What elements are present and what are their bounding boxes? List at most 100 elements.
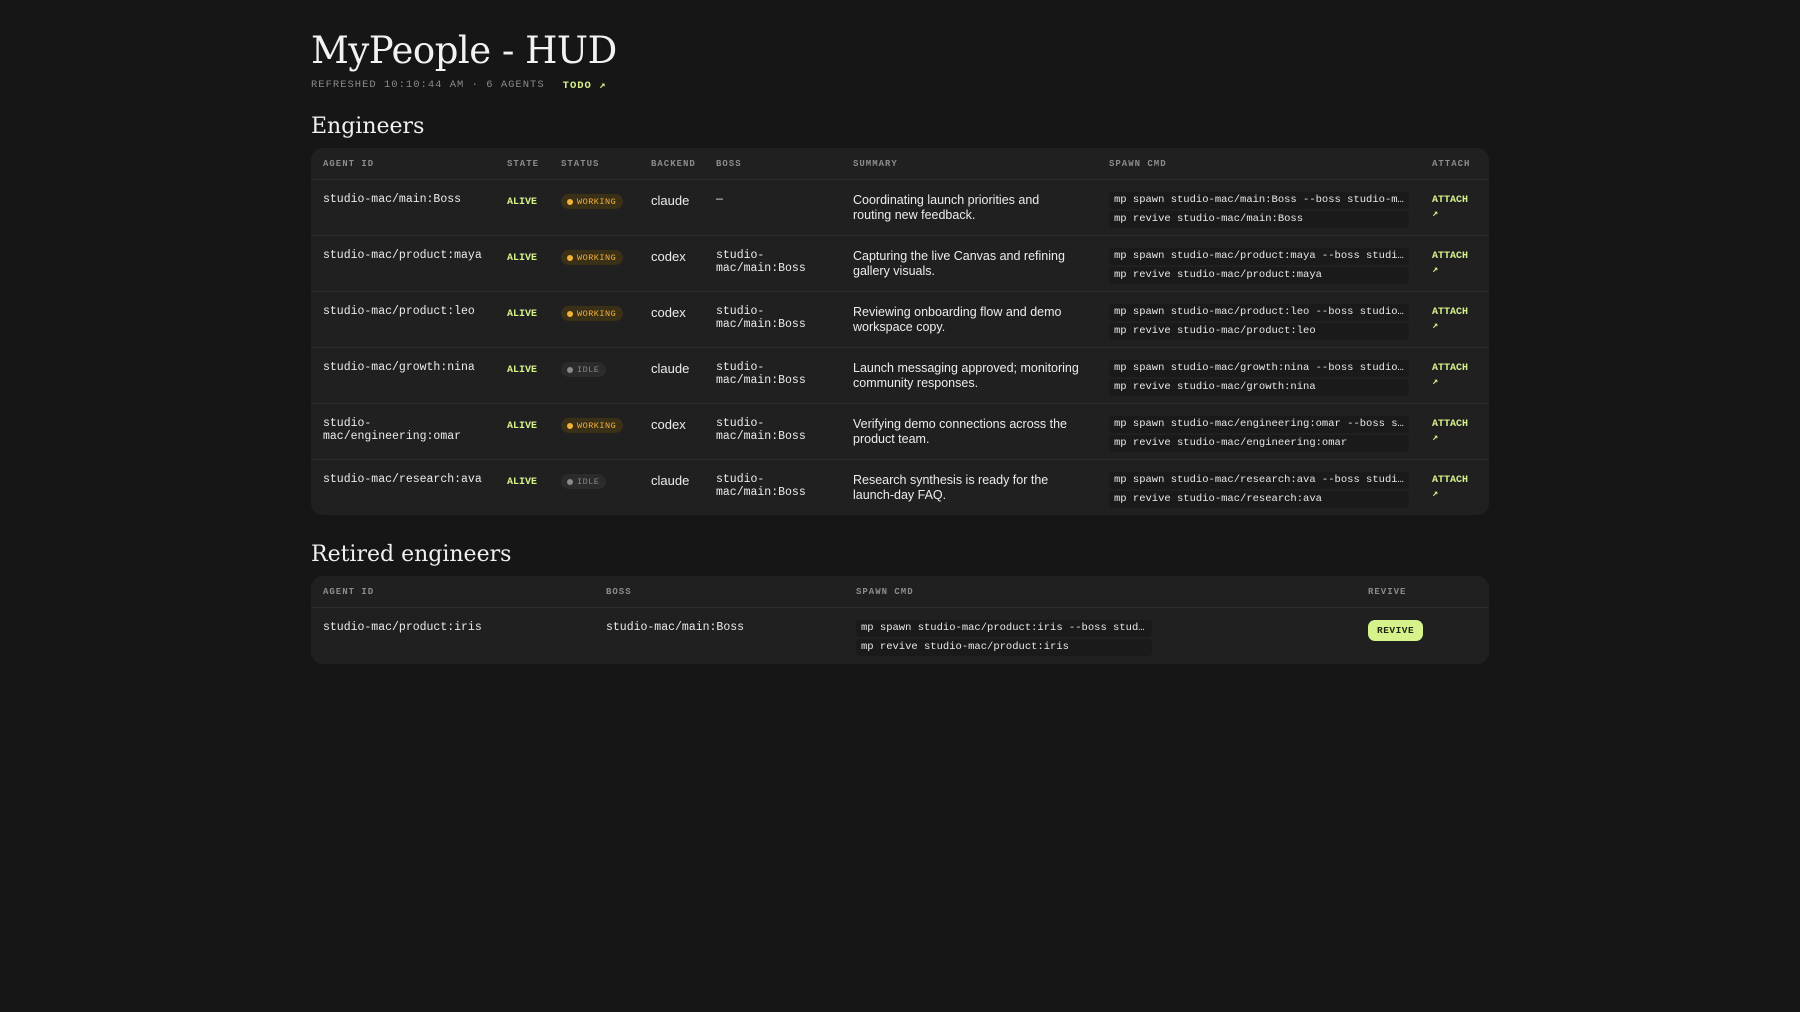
engineers-table-card: AGENT ID STATE STATUS BACKEND BOSS SUMMA…: [311, 148, 1489, 515]
col-boss[interactable]: BOSS: [704, 148, 841, 180]
retired-table-card: AGENT ID BOSS SPAWN CMD REVIVE studio-ma…: [311, 576, 1489, 664]
revive-command[interactable]: mp revive studio-mac/engineering:omar: [1109, 435, 1409, 452]
status-label: IDLE: [577, 476, 600, 487]
spawn-command[interactable]: mp spawn studio-mac/product:iris --boss …: [856, 620, 1152, 637]
boss-id: —: [716, 193, 723, 206]
attach-link[interactable]: ATTACH ↗: [1432, 193, 1472, 222]
revive-command[interactable]: mp revive studio-mac/growth:nina: [1109, 379, 1409, 396]
col-attach[interactable]: ATTACH: [1420, 148, 1489, 180]
status-label: IDLE: [577, 364, 600, 375]
spawn-command[interactable]: mp spawn studio-mac/product:leo --boss s…: [1109, 304, 1409, 321]
table-row: studio-mac/product:leo ALIVE WORKING codex s…: [311, 291, 1489, 348]
cell-agent-id: studio-mac/product:iris: [311, 608, 594, 665]
revive-command[interactable]: mp revive studio-mac/main:Boss: [1109, 211, 1409, 228]
col-boss[interactable]: BOSS: [594, 576, 844, 608]
col-backend[interactable]: BACKEND: [639, 148, 704, 180]
boss-id: studio-mac/main:Boss: [716, 305, 806, 331]
col-agent-id[interactable]: AGENT ID: [311, 576, 594, 608]
cell-summary: Verifying demo connections across the pr…: [841, 403, 1097, 460]
status-dot-icon: [567, 366, 573, 373]
cell-boss: studio-mac/main:Boss: [704, 291, 841, 348]
cell-boss: studio-mac/main:Boss: [704, 235, 841, 292]
retired-header-row: AGENT ID BOSS SPAWN CMD REVIVE: [311, 576, 1489, 608]
state-label: ALIVE: [507, 365, 538, 376]
cell-state: ALIVE: [495, 460, 549, 516]
attach-link[interactable]: ATTACH ↗: [1432, 249, 1472, 278]
col-status[interactable]: STATUS: [549, 148, 639, 180]
cell-boss: studio-mac/main:Boss: [704, 460, 841, 516]
cell-state: ALIVE: [495, 235, 549, 292]
cmd-group: mp spawn studio-mac/product:iris --boss …: [856, 620, 1152, 656]
state-label: ALIVE: [507, 197, 538, 208]
spawn-command[interactable]: mp spawn studio-mac/engineering:omar --b…: [1109, 416, 1409, 433]
summary-text: Research synthesis is ready for the laun…: [853, 473, 1049, 502]
cell-spawn-cmd: mp spawn studio-mac/research:ava --boss …: [1097, 460, 1420, 516]
col-revive[interactable]: REVIVE: [1356, 576, 1489, 608]
cmd-group: mp spawn studio-mac/growth:nina --boss s…: [1109, 360, 1409, 396]
refresh-status: REFRESHED 10:10:44 AM · 6 AGENTS: [311, 79, 545, 91]
col-agent-id[interactable]: AGENT ID: [311, 148, 495, 180]
agent-id: studio-mac/product:leo: [323, 305, 475, 318]
attach-link[interactable]: ATTACH ↗: [1432, 305, 1472, 334]
col-state[interactable]: STATE: [495, 148, 549, 180]
revive-button[interactable]: REVIVE: [1368, 620, 1424, 641]
col-summary[interactable]: SUMMARY: [841, 148, 1097, 180]
cell-attach: ATTACH ↗: [1420, 291, 1489, 348]
cell-agent-id: studio-mac/engineering:omar: [311, 403, 495, 460]
status-label: WORKING: [577, 196, 617, 207]
refresh-info: REFRESHED 10:10:44 AM · 6 AGENTS TODO ↗: [311, 78, 1489, 92]
agent-id: studio-mac/product:maya: [323, 249, 482, 262]
state-label: ALIVE: [507, 421, 538, 432]
agent-id: studio-mac/product:iris: [323, 621, 482, 634]
cmd-group: mp spawn studio-mac/engineering:omar --b…: [1109, 416, 1409, 452]
cmd-group: mp spawn studio-mac/main:Boss --boss stu…: [1109, 192, 1409, 228]
status-badge: WORKING: [561, 250, 624, 265]
todo-link[interactable]: TODO ↗: [563, 79, 607, 92]
boss-id: studio-mac/main:Boss: [716, 249, 806, 275]
table-row: studio-mac/product:iris studio-mac/main:B…: [311, 608, 1489, 665]
cell-revive: REVIVE: [1356, 608, 1489, 665]
cell-state: ALIVE: [495, 179, 549, 236]
cell-backend: codex: [639, 235, 704, 292]
attach-link[interactable]: ATTACH ↗: [1432, 417, 1472, 446]
boss-id: studio-mac/main:Boss: [716, 417, 806, 443]
page-title: MyPeople - HUD: [311, 29, 617, 72]
boss-id: studio-mac/main:Boss: [606, 621, 745, 634]
table-row: studio-mac/product:maya ALIVE WORKING codex…: [311, 235, 1489, 292]
cell-agent-id: studio-mac/product:maya: [311, 235, 495, 292]
cell-summary: Reviewing onboarding flow and demo works…: [841, 291, 1097, 348]
attach-link[interactable]: ATTACH ↗: [1432, 361, 1472, 390]
revive-command[interactable]: mp revive studio-mac/product:iris: [856, 639, 1152, 656]
cell-agent-id: studio-mac/main:Boss: [311, 179, 495, 236]
col-spawn-cmd[interactable]: SPAWN CMD: [1097, 148, 1420, 180]
cell-summary: Capturing the live Canvas and refining g…: [841, 235, 1097, 292]
retired-table: AGENT ID BOSS SPAWN CMD REVIVE studio-ma…: [311, 576, 1489, 664]
state-label: ALIVE: [507, 477, 538, 488]
state-label: ALIVE: [507, 253, 538, 264]
engineers-heading: Engineers: [311, 114, 425, 139]
status-dot-icon: [567, 310, 573, 317]
attach-link[interactable]: ATTACH ↗: [1432, 473, 1472, 502]
table-row: studio-mac/engineering:omar ALIVE WORKING c…: [311, 403, 1489, 460]
state-label: ALIVE: [507, 309, 538, 320]
table-row: studio-mac/research:ava ALIVE IDLE claude st…: [311, 460, 1489, 516]
spawn-command[interactable]: mp spawn studio-mac/research:ava --boss …: [1109, 472, 1409, 489]
cell-status: IDLE: [549, 347, 639, 404]
cell-boss: —: [704, 179, 841, 236]
status-label: WORKING: [577, 420, 617, 431]
boss-id: studio-mac/main:Boss: [716, 361, 806, 387]
col-spawn-cmd[interactable]: SPAWN CMD: [844, 576, 1356, 608]
revive-command[interactable]: mp revive studio-mac/research:ava: [1109, 491, 1409, 508]
backend-label: claude: [651, 473, 690, 488]
spawn-command[interactable]: mp spawn studio-mac/product:maya --boss …: [1109, 248, 1409, 265]
cell-status: WORKING: [549, 179, 639, 236]
status-dot-icon: [567, 478, 573, 485]
revive-command[interactable]: mp revive studio-mac/product:leo: [1109, 323, 1409, 340]
backend-label: claude: [651, 361, 690, 376]
backend-label: claude: [651, 193, 690, 208]
spawn-command[interactable]: mp spawn studio-mac/main:Boss --boss stu…: [1109, 192, 1409, 209]
spawn-command[interactable]: mp spawn studio-mac/growth:nina --boss s…: [1109, 360, 1409, 377]
revive-command[interactable]: mp revive studio-mac/product:maya: [1109, 267, 1409, 284]
cell-backend: codex: [639, 403, 704, 460]
status-dot-icon: [567, 422, 573, 429]
